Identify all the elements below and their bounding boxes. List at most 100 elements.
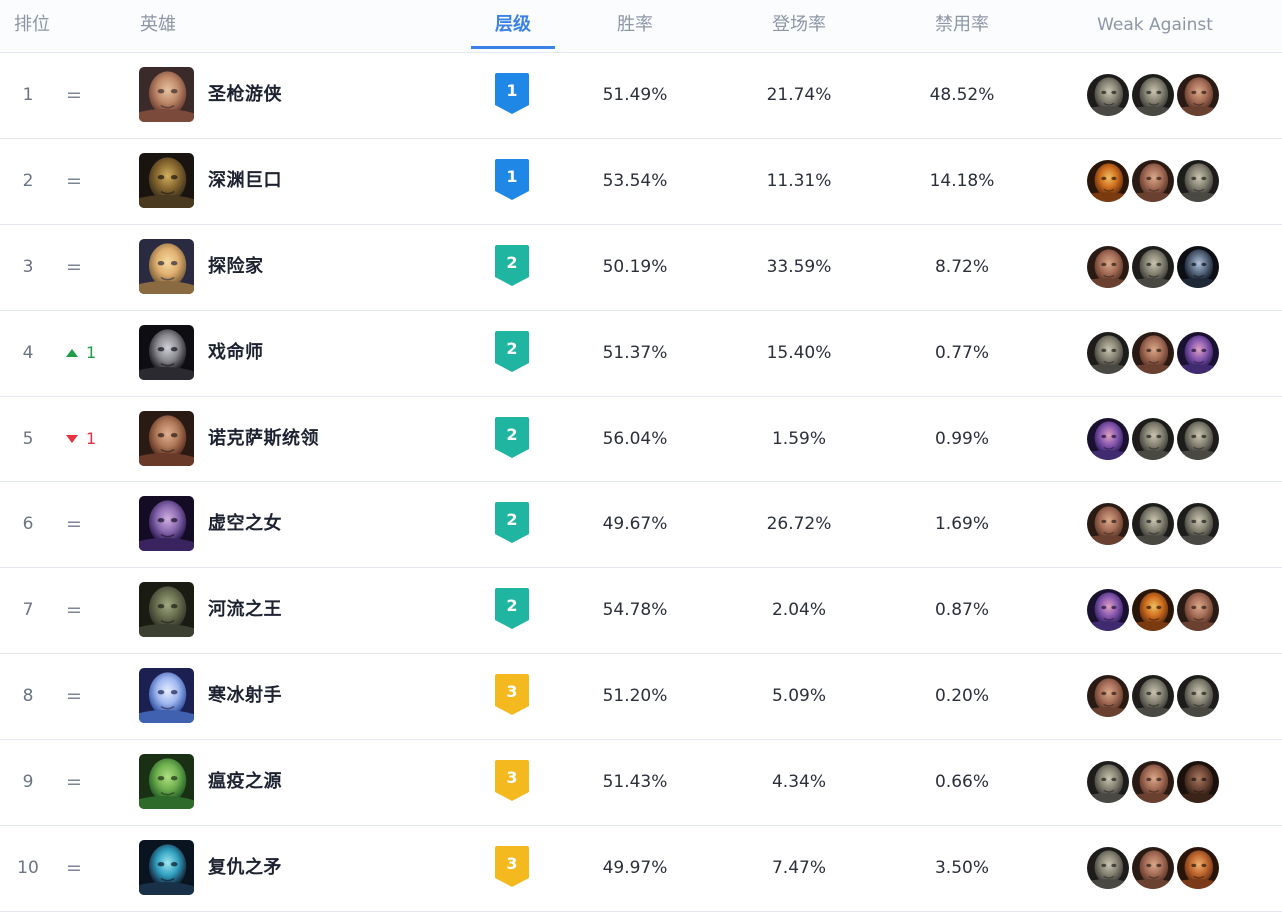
tier-number: 3 [506,854,518,874]
weak-against-bald-man-portrait[interactable] [1177,589,1219,632]
weak-against-orange-monster-portrait[interactable] [1132,589,1174,632]
champion-name[interactable]: 寒冰射手 [208,654,282,738]
tier-badge: 3 [494,760,530,802]
rank-unchanged: = [66,513,82,536]
weak-against-orange-monster-portrait[interactable] [1087,159,1129,202]
weak-against-purple-mage-portrait[interactable] [1087,589,1129,632]
champion-avatar[interactable] [139,67,194,122]
champion-name[interactable]: 复仇之矛 [208,826,282,910]
champion-name[interactable]: 诺克萨斯统领 [208,397,319,481]
table-header: 排位 英雄 层级 胜率 登场率 禁用率 Weak Against [0,0,1282,53]
champion-avatar[interactable] [139,582,194,638]
tier-list-page: 排位 英雄 层级 胜率 登场率 禁用率 Weak Against 1 = 圣枪游… [0,0,1282,912]
champion-name[interactable]: 戏命师 [208,311,264,395]
weak-against-gray-beast-portrait[interactable] [1132,417,1174,460]
champion-avatar[interactable] [139,840,194,896]
weak-against-bald-man-portrait[interactable] [1132,331,1174,374]
pick-rate: 1.59% [771,428,826,449]
weak-against-bald-man-portrait[interactable] [1087,675,1129,718]
table-row[interactable]: 9 = 瘟疫之源 3 51.43% 4.34% 0.66% [0,740,1282,827]
champion-avatar[interactable] [139,238,194,294]
weak-against-dark-man-portrait[interactable] [1177,761,1219,804]
champion-name[interactable]: 圣枪游侠 [208,53,282,137]
rank-unchanged: = [66,771,82,794]
weak-against-gray-beast-portrait[interactable] [1087,761,1129,804]
pick-rate: 4.34% [771,772,826,793]
header-ban-rate[interactable]: 禁用率 [917,0,1007,52]
arrow-down-icon [66,435,78,444]
table-row[interactable]: 10 = 复仇之矛 3 49.97% 7.47% 3.50% [0,826,1282,912]
weak-against-purple-mage-portrait[interactable] [1177,331,1219,374]
weak-against-gray-beast-portrait[interactable] [1087,847,1129,890]
tier-badge: 2 [494,588,530,630]
header-win-rate[interactable]: 胜率 [590,0,680,52]
header-pick-rate[interactable]: 登场率 [749,0,849,52]
weak-against-gray-beast-portrait[interactable] [1087,331,1129,374]
weak-against-gray-beast-portrait[interactable] [1177,417,1219,460]
weak-against-bald-man-portrait[interactable] [1132,761,1174,804]
table-row[interactable]: 6 = 虚空之女 2 49.67% 26.72% 1.69% [0,482,1282,569]
rank-unchanged: = [66,685,82,708]
weak-against-purple-mage-portrait[interactable] [1087,417,1129,460]
table-row[interactable]: 5 1 诺克萨斯统领 2 56.04% 1.59% 0.99% [0,397,1282,483]
champion-avatar[interactable] [139,324,194,380]
tier-badge: 2 [494,416,530,459]
pick-rate: 15.40% [766,342,832,363]
header-rank[interactable]: 排位 [14,0,50,52]
weak-against-dark-knight-portrait[interactable] [1177,245,1219,288]
ban-rate: 8.72% [934,256,989,277]
weak-against-gray-beast-portrait[interactable] [1177,675,1219,718]
pick-rate: 2.04% [771,600,826,621]
champion-name[interactable]: 深渊巨口 [208,139,282,223]
weak-against-gray-beast-portrait[interactable] [1177,159,1219,202]
header-champion[interactable]: 英雄 [140,0,176,52]
tier-badge: 2 [494,330,530,373]
weak-against-gray-beast-portrait[interactable] [1132,74,1174,116]
pick-rate: 33.59% [766,256,832,277]
table-row[interactable]: 2 = 深渊巨口 1 53.54% 11.31% 14.18% [0,139,1282,225]
header-tier[interactable]: 层级 [471,0,555,52]
champion-table: 1 = 圣枪游侠 1 51.49% 21.74% 48.52% 2 = 深渊巨口… [0,53,1282,912]
champion-name[interactable]: 虚空之女 [208,482,282,566]
weak-against-bald-man-portrait[interactable] [1132,159,1174,202]
weak-against-bald-man-portrait[interactable] [1087,503,1129,546]
arrow-up-icon [66,349,78,358]
ban-rate: 0.77% [934,342,989,363]
weak-against-bald-man-portrait[interactable] [1087,245,1129,288]
rank-change: 1 [86,428,97,448]
weak-against-gray-beast-portrait[interactable] [1132,675,1174,718]
weak-against-gray-beast-portrait[interactable] [1132,245,1174,288]
champion-avatar[interactable] [139,496,194,552]
weak-against-gray-beast-portrait[interactable] [1087,74,1129,116]
table-row[interactable]: 3 = 探险家 2 50.19% 33.59% 8.72% [0,225,1282,311]
table-row[interactable]: 1 = 圣枪游侠 1 51.49% 21.74% 48.52% [0,53,1282,139]
champion-avatar[interactable] [139,754,194,810]
champion-avatar[interactable] [139,410,194,466]
rank-unchanged: = [66,169,82,192]
champion-name[interactable]: 瘟疫之源 [208,740,282,824]
table-row[interactable]: 4 1 戏命师 2 51.37% 15.40% 0.77% [0,311,1282,397]
table-row[interactable]: 7 = 河流之王 2 54.78% 2.04% 0.87% [0,568,1282,655]
table-row[interactable]: 8 = 寒冰射手 3 51.20% 5.09% 0.20% [0,654,1282,741]
champion-avatar[interactable] [139,152,194,208]
rank-change: 1 [86,342,97,362]
tier-number: 2 [506,252,518,272]
weak-against-bald-man-portrait[interactable] [1177,74,1219,116]
weak-against-bald-man-portrait[interactable] [1132,847,1174,890]
champion-avatar[interactable] [139,668,194,724]
header-weak-against: Weak Against [1097,15,1213,35]
rank-number: 9 [22,772,34,793]
weak-against-gray-beast-portrait[interactable] [1177,503,1219,546]
tier-number: 1 [506,81,518,100]
champion-name[interactable]: 探险家 [208,225,264,309]
ban-rate: 0.87% [934,600,989,621]
weak-against-orange-man-portrait[interactable] [1177,847,1219,890]
ban-rate: 14.18% [929,170,995,191]
rank-number: 7 [22,600,34,621]
weak-against-gray-beast-portrait[interactable] [1132,503,1174,546]
win-rate: 51.49% [602,85,668,105]
pick-rate: 21.74% [766,85,832,105]
ban-rate: 0.20% [934,686,989,707]
champion-name[interactable]: 河流之王 [208,568,282,652]
rank-unchanged: = [66,255,82,278]
